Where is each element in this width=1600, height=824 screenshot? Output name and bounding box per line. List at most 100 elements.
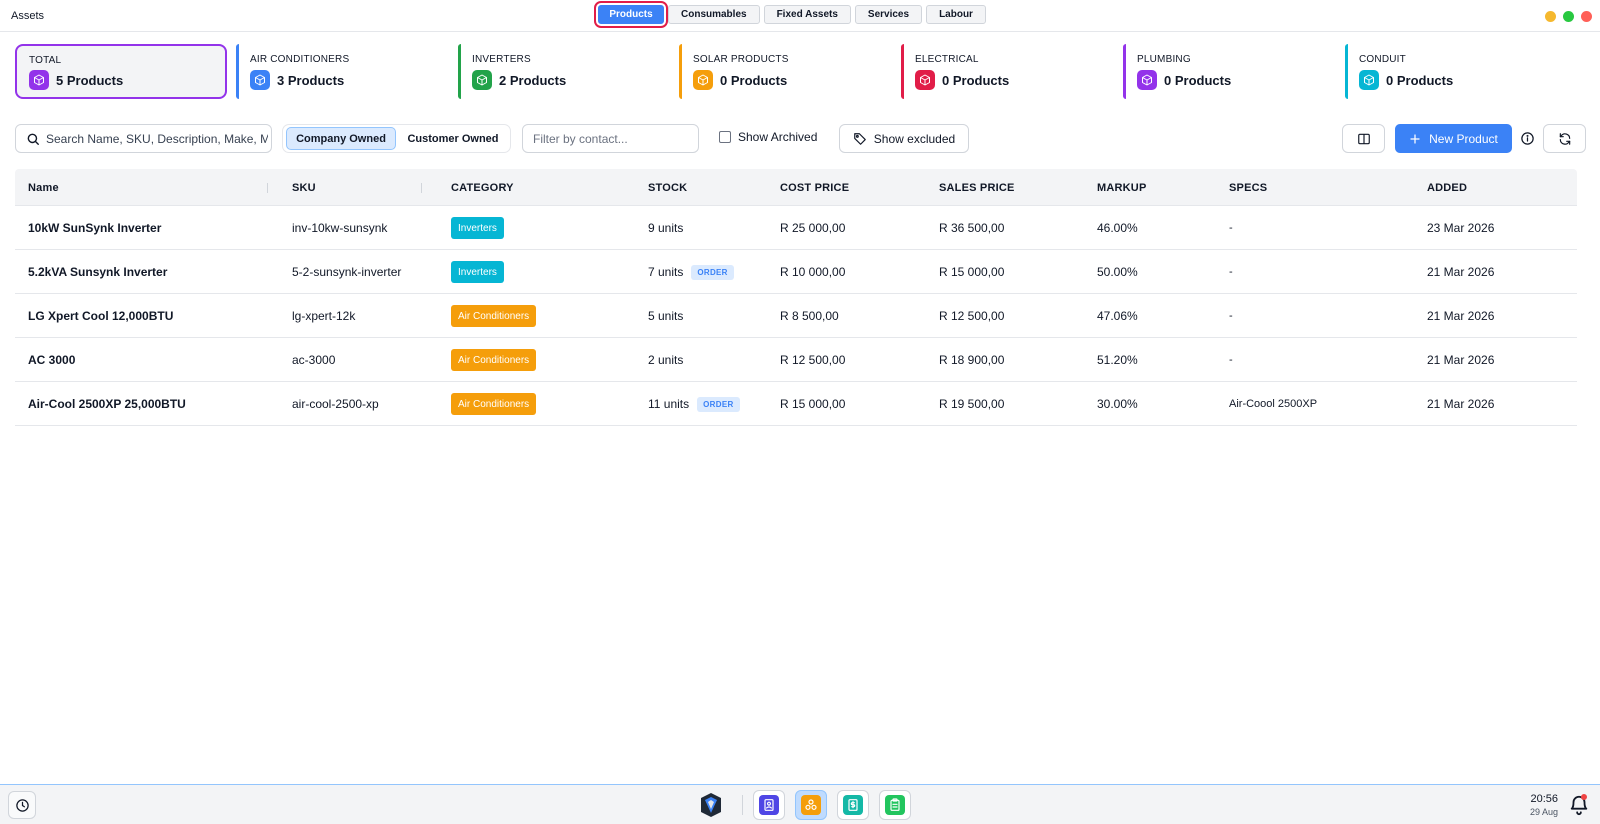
category-badge: Air Conditioners (451, 305, 537, 327)
contacts-icon (764, 799, 774, 811)
column-resize-handle[interactable] (421, 183, 422, 193)
sales-price: R 19 500,00 (939, 397, 1005, 411)
taskbar-app-assets[interactable] (795, 790, 827, 820)
invoice-icon (848, 799, 858, 811)
category-badge: Inverters (451, 217, 504, 239)
card-icon (915, 70, 935, 90)
title-bar: Assets Products Consumables Fixed Assets… (0, 0, 1600, 32)
contact-filter[interactable] (522, 124, 699, 153)
column-resize-handle[interactable] (267, 183, 268, 193)
tag-icon (853, 132, 866, 145)
tab-consumables[interactable]: Consumables (668, 5, 760, 24)
column-header-cost-price[interactable]: COST PRICE (780, 182, 849, 194)
columns-button[interactable] (1342, 124, 1385, 153)
box-icon (1364, 74, 1374, 86)
category-card-inverters[interactable]: INVERTERS 2 Products (458, 44, 670, 99)
search-box[interactable] (15, 124, 272, 153)
contact-filter-input[interactable] (533, 129, 691, 149)
show-archived-toggle[interactable]: Show Archived (719, 130, 817, 144)
card-accent (679, 44, 682, 99)
category-summary-cards: TOTAL 5 Products AIR CONDITIONERS 3 Product… (15, 44, 1585, 99)
stock-value: 7 units (648, 265, 684, 279)
tab-products[interactable]: Products (594, 1, 668, 28)
show-archived-checkbox[interactable] (719, 131, 731, 143)
refresh-icon (1559, 132, 1570, 145)
table-row[interactable]: 5.2kVA Sunsynk Inverter 5-2-sunsynk-inver… (15, 250, 1577, 294)
new-product-label: New Product (1429, 131, 1498, 146)
card-icon (1359, 70, 1379, 90)
column-header-name[interactable]: Name (28, 182, 59, 194)
added-date: 21 Mar 2026 (1427, 265, 1495, 279)
taskbar-app-tile (759, 795, 779, 815)
category-card-total[interactable]: TOTAL 5 Products (15, 44, 227, 99)
card-icon (250, 70, 270, 90)
taskbar-separator (742, 795, 743, 815)
stock-cell: 7 units ORDER (648, 265, 734, 281)
close-button[interactable] (1581, 11, 1592, 22)
cost-price: R 25 000,00 (780, 221, 846, 235)
show-archived-label: Show Archived (738, 130, 818, 144)
taskbar-app-clipboard[interactable] (879, 790, 911, 820)
table-row[interactable]: 10kW SunSynk Inverter inv-10kw-sunsynk Inv… (15, 206, 1577, 250)
new-product-button[interactable]: New Product (1395, 124, 1512, 153)
added-date: 21 Mar 2026 (1427, 353, 1495, 367)
card-accent (901, 44, 904, 99)
table-row[interactable]: Air-Cool 2500XP 25,000BTU air-cool-2500-x… (15, 382, 1577, 426)
card-label: SOLAR PRODUCTS (693, 54, 789, 65)
product-name: 10kW SunSynk Inverter (28, 221, 162, 235)
table-row[interactable]: LG Xpert Cool 12,000BTU lg-xpert-12k Air C… (15, 294, 1577, 338)
tab-fixed-assets[interactable]: Fixed Assets (763, 5, 851, 24)
product-name: AC 3000 (28, 353, 76, 367)
taskbar-app-invoice[interactable] (837, 790, 869, 820)
card-label: TOTAL (29, 55, 62, 66)
taskbar-app-contacts[interactable] (753, 790, 785, 820)
refresh-button[interactable] (1543, 124, 1586, 153)
minimize-button[interactable] (1545, 11, 1556, 22)
column-header-added[interactable]: ADDED (1427, 182, 1467, 194)
box-icon (255, 74, 265, 86)
column-header-markup[interactable]: MARKUP (1097, 182, 1146, 194)
card-label: ELECTRICAL (915, 54, 979, 65)
cost-price: R 10 000,00 (780, 265, 846, 279)
column-header-specs[interactable]: SPECS (1229, 182, 1267, 194)
category-card-air-conditioners[interactable]: AIR CONDITIONERS 3 Products (236, 44, 448, 99)
category-card-solar-products[interactable]: SOLAR PRODUCTS 0 Products (679, 44, 891, 99)
customer-owned-button[interactable]: Customer Owned (399, 127, 507, 150)
sales-price: R 18 900,00 (939, 353, 1005, 367)
tab-labour[interactable]: Labour (926, 5, 986, 24)
card-icon (1137, 70, 1157, 90)
maximize-button[interactable] (1563, 11, 1574, 22)
category-card-conduit[interactable]: CONDUIT 0 Products (1345, 44, 1557, 99)
card-label: AIR CONDITIONERS (250, 54, 350, 65)
module-tabs: Products Consumables Fixed Assets Servic… (594, 1, 986, 28)
order-badge[interactable]: ORDER (691, 265, 734, 281)
taskbar-app-tile (843, 795, 863, 815)
tab-services[interactable]: Services (854, 5, 923, 24)
order-badge[interactable]: ORDER (697, 397, 740, 413)
column-header-category[interactable]: CATEGORY (451, 182, 514, 194)
card-icon (693, 70, 713, 90)
company-owned-button[interactable]: Company Owned (286, 127, 396, 150)
card-label: PLUMBING (1137, 54, 1191, 65)
category-card-electrical[interactable]: ELECTRICAL 0 Products (901, 44, 1113, 99)
product-name: 5.2kVA Sunsynk Inverter (28, 265, 168, 279)
stock-cell: 2 units (648, 353, 683, 367)
show-excluded-label: Show excluded (873, 131, 956, 146)
column-header-stock[interactable]: STOCK (648, 182, 687, 194)
column-header-sku[interactable]: SKU (292, 182, 316, 194)
show-excluded-button[interactable]: Show excluded (839, 124, 969, 153)
column-header-sales-price[interactable]: SALES PRICE (939, 182, 1015, 194)
history-button[interactable] (8, 791, 36, 819)
info-button[interactable] (1518, 129, 1536, 147)
info-icon (1520, 131, 1534, 145)
product-sku: 5-2-sunsynk-inverter (292, 265, 402, 279)
card-accent (1123, 44, 1126, 99)
search-input[interactable] (46, 129, 268, 149)
brand-logo[interactable] (697, 791, 725, 819)
sales-price: R 36 500,00 (939, 221, 1005, 235)
box-icon (698, 74, 708, 86)
markup: 50.00% (1097, 265, 1138, 279)
table-row[interactable]: AC 3000 ac-3000 Air Conditioners 2 units R 1… (15, 338, 1577, 382)
category-card-plumbing[interactable]: PLUMBING 0 Products (1123, 44, 1335, 99)
taskbar-app-tile (801, 795, 821, 815)
